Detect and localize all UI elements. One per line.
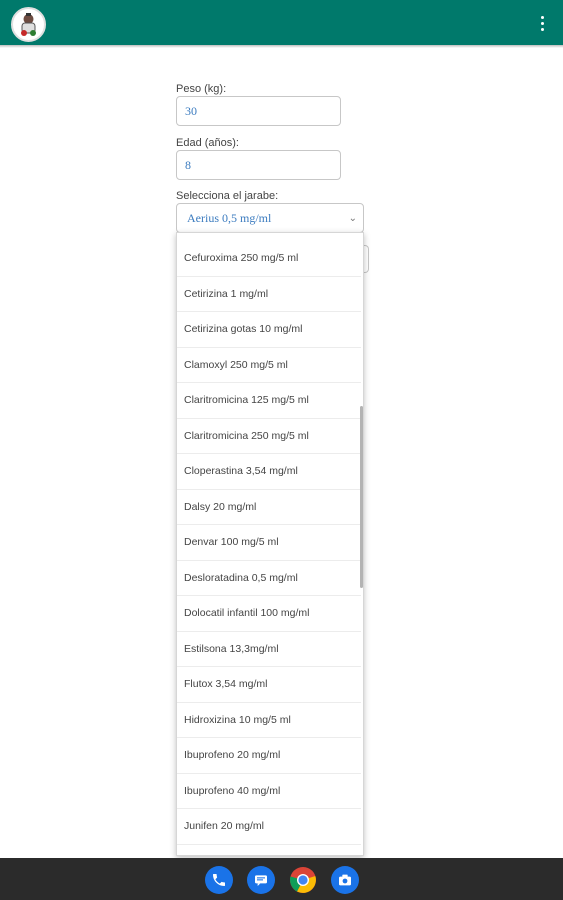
syrup-select[interactable]: Aerius 0,5 mg/ml ⌄: [176, 203, 364, 233]
age-label: Edad (años):: [176, 137, 239, 149]
option-list: Cefuroxima 250 mg/5 ml Cetirizina 1 mg/ml…: [177, 241, 361, 845]
dropdown-option[interactable]: Cefuroxima 250 mg/5 ml: [177, 241, 361, 277]
dropdown-option[interactable]: Desloratadina 0,5 mg/ml: [177, 561, 361, 596]
age-input[interactable]: 8: [176, 150, 341, 180]
phone-icon[interactable]: [205, 866, 233, 894]
dropdown-option[interactable]: Dalsy 20 mg/ml: [177, 490, 361, 525]
syrup-dropdown-list[interactable]: Cefuroxima 250 mg/5 ml Cetirizina 1 mg/ml…: [176, 232, 364, 856]
chrome-icon[interactable]: [289, 866, 317, 894]
dropdown-option[interactable]: Cetirizina gotas 10 mg/ml: [177, 312, 361, 348]
dropdown-option[interactable]: Flutox 3,54 mg/ml: [177, 667, 361, 703]
dropdown-option[interactable]: Ibuprofeno 40 mg/ml: [177, 774, 361, 809]
weight-label: Peso (kg):: [176, 83, 227, 95]
dropdown-option[interactable]: Claritromicina 125 mg/5 ml: [177, 383, 361, 419]
dropdown-option[interactable]: Dolocatil infantil 100 mg/ml: [177, 596, 361, 632]
chevron-down-icon: ⌄: [348, 213, 357, 224]
app-bar: [0, 0, 563, 45]
messages-icon[interactable]: [247, 866, 275, 894]
dropdown-option[interactable]: Clamoxyl 250 mg/5 ml: [177, 348, 361, 383]
dropdown-option[interactable]: Estilsona 13,3mg/ml: [177, 632, 361, 667]
dropdown-scrollbar[interactable]: [360, 406, 363, 588]
app-logo-icon[interactable]: [11, 7, 46, 42]
dropdown-option[interactable]: Cetirizina 1 mg/ml: [177, 277, 361, 312]
app-bar-shadow: [0, 45, 563, 48]
more-vert-icon[interactable]: [532, 12, 552, 34]
syrup-selected-value: Aerius 0,5 mg/ml: [187, 211, 272, 225]
dropdown-option[interactable]: Claritromicina 250 mg/5 ml: [177, 419, 361, 454]
camera-icon[interactable]: [331, 866, 359, 894]
dropdown-option[interactable]: Hidroxizina 10 mg/5 ml: [177, 703, 361, 738]
syrup-label: Selecciona el jarabe:: [176, 190, 279, 202]
dropdown-option[interactable]: Junifen 20 mg/ml: [177, 809, 361, 845]
dropdown-option[interactable]: Ibuprofeno 20 mg/ml: [177, 738, 361, 774]
dropdown-option[interactable]: Denvar 100 mg/5 ml: [177, 525, 361, 561]
weight-input[interactable]: 30: [176, 96, 341, 126]
system-nav-bar: [0, 858, 563, 900]
dropdown-option[interactable]: Cloperastina 3,54 mg/ml: [177, 454, 361, 490]
